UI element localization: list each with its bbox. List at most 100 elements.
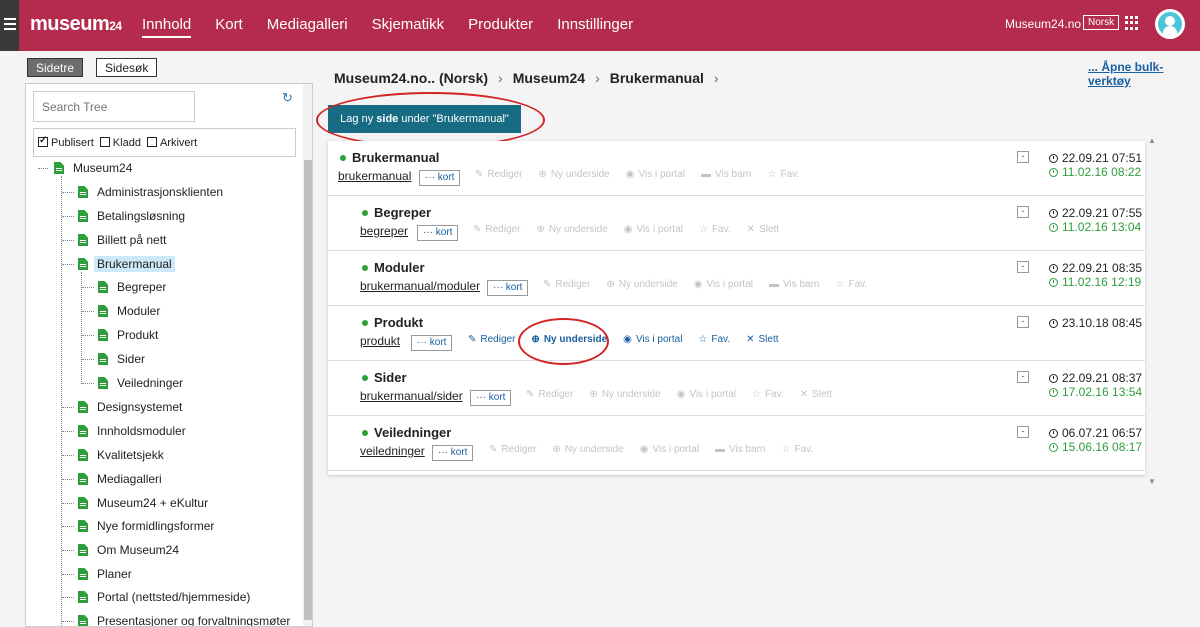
tree-node-selected[interactable]: Brukermanual <box>62 255 175 273</box>
apps-grid-icon[interactable] <box>1125 16 1139 30</box>
hamburger-menu-icon[interactable] <box>0 0 19 51</box>
tab-sidesok[interactable]: Sidesøk <box>96 58 158 77</box>
delete-button[interactable]: ✕ Slett <box>747 224 779 235</box>
new-subpage-button[interactable]: ⊕ Ny underside <box>538 169 609 180</box>
tree-node-root[interactable]: Museum24 <box>38 159 135 177</box>
collapse-toggle[interactable]: - <box>1017 316 1029 328</box>
tree-node[interactable]: Museum24 + eKultur <box>62 494 211 512</box>
favorite-button[interactable]: ☆ Fav. <box>699 224 731 235</box>
tree-node[interactable]: Om Museum24 <box>62 541 182 559</box>
collapse-toggle[interactable]: - <box>1017 151 1029 163</box>
kort-button[interactable]: ··· kort <box>432 445 474 461</box>
nav-skjematikk[interactable]: Skjematikk <box>360 0 457 51</box>
tree-scrollbar-thumb[interactable] <box>304 160 312 620</box>
view-in-portal-button[interactable]: ◉ Vis i portal <box>626 169 685 180</box>
nav-innhold[interactable]: Innhold <box>130 0 203 51</box>
view-in-portal-button[interactable]: ◉ Vis i portal <box>640 444 699 455</box>
edit-button[interactable]: ✎ Rediger <box>475 169 522 180</box>
page-row-title[interactable]: Sider <box>362 370 407 385</box>
scroll-up-icon[interactable]: ▲ <box>1148 136 1156 145</box>
edit-button[interactable]: ✎ Rediger <box>543 279 590 290</box>
nav-innstillinger[interactable]: Innstillinger <box>545 0 645 51</box>
page-row-title[interactable]: Begreper <box>362 205 431 220</box>
collapse-toggle[interactable]: - <box>1017 206 1029 218</box>
view-in-portal-button[interactable]: ◉ Vis i portal <box>623 334 682 345</box>
page-slug-link[interactable]: veiledninger <box>360 444 425 458</box>
tree-node[interactable]: Innholdsmoduler <box>62 422 189 440</box>
delete-button[interactable]: ✕ Slett <box>746 334 778 345</box>
kort-button[interactable]: ··· kort <box>419 170 461 186</box>
filter-arkivert[interactable]: Arkivert <box>146 136 197 149</box>
tree-node[interactable]: Billett på nett <box>62 231 169 249</box>
language-badge[interactable]: Norsk <box>1083 15 1120 30</box>
favorite-button[interactable]: ☆ Fav. <box>698 334 730 345</box>
page-row-title[interactable]: Produkt <box>362 315 423 330</box>
page-slug-link[interactable]: brukermanual <box>338 169 411 183</box>
user-avatar[interactable] <box>1155 9 1185 39</box>
view-in-portal-button[interactable]: ◉ Vis i portal <box>694 279 753 290</box>
new-page-button[interactable]: Lag ny side under "Brukermanual" <box>328 105 521 133</box>
filter-publisert[interactable]: Publisert <box>38 135 94 149</box>
new-subpage-button[interactable]: ⊕ Ny underside <box>606 279 677 290</box>
collapse-toggle[interactable]: - <box>1017 426 1029 438</box>
breadcrumb-item[interactable]: Museum24.no.. (Norsk) <box>334 70 488 86</box>
collapse-toggle[interactable]: - <box>1017 371 1029 383</box>
tree-node-child[interactable]: Produkt <box>82 326 161 344</box>
page-slug-link[interactable]: brukermanual/sider <box>360 389 463 403</box>
favorite-button[interactable]: ☆ Fav. <box>782 444 814 455</box>
page-slug-link[interactable]: brukermanual/moduler <box>360 279 480 293</box>
nav-produkter[interactable]: Produkter <box>456 0 545 51</box>
tree-node[interactable]: Administrasjonsklienten <box>62 183 226 201</box>
edit-button[interactable]: ✎ Rediger <box>526 389 573 400</box>
nav-mediagalleri[interactable]: Mediagalleri <box>255 0 360 51</box>
tree-node-child[interactable]: Moduler <box>82 302 163 320</box>
search-tree-input[interactable] <box>33 91 195 122</box>
page-row-title[interactable]: Brukermanual <box>340 150 439 165</box>
kort-button[interactable]: ··· kort <box>470 390 512 406</box>
show-children-button[interactable]: ▬ Vis barn <box>715 444 766 455</box>
new-subpage-button[interactable]: ⊕ Ny underside <box>536 224 607 235</box>
tree-node-child[interactable]: Begreper <box>82 278 169 296</box>
page-row-title[interactable]: Veiledninger <box>362 425 451 440</box>
tree-node-child[interactable]: Veiledninger <box>82 374 186 392</box>
new-subpage-button[interactable]: ⊕ Ny underside <box>531 334 607 345</box>
page-slug-link[interactable]: produkt <box>360 334 400 348</box>
tree-node[interactable]: Portal (nettsted/hjemmeside) <box>62 588 253 606</box>
tree-node[interactable]: Nye formidlingsformer <box>62 517 217 535</box>
new-subpage-button[interactable]: ⊕ Ny underside <box>589 389 660 400</box>
view-in-portal-button[interactable]: ◉ Vis i portal <box>624 224 683 235</box>
edit-button[interactable]: ✎ Rediger <box>468 334 515 345</box>
tab-sidetre[interactable]: Sidetre <box>27 58 84 77</box>
museum24-logo[interactable]: museum24 <box>30 13 122 36</box>
breadcrumb-item[interactable]: Museum24 <box>513 70 585 86</box>
nav-kort[interactable]: Kort <box>203 0 255 51</box>
site-name-link[interactable]: Museum24.no <box>1005 17 1081 31</box>
tree-node-child[interactable]: Sider <box>82 350 148 368</box>
refresh-icon[interactable]: ↻ <box>282 90 293 106</box>
breadcrumb-item[interactable]: Brukermanual <box>610 70 704 86</box>
edit-button[interactable]: ✎ Rediger <box>473 224 520 235</box>
page-slug-link[interactable]: begreper <box>360 224 408 238</box>
bulk-tool-link[interactable]: ... Åpne bulk-verktøy <box>1088 60 1200 88</box>
tree-node[interactable]: Designsystemet <box>62 398 185 416</box>
edit-button[interactable]: ✎ Rediger <box>489 444 536 455</box>
favorite-button[interactable]: ☆ Fav. <box>768 169 800 180</box>
collapse-toggle[interactable]: - <box>1017 261 1029 273</box>
view-in-portal-button[interactable]: ◉ Vis i portal <box>677 389 736 400</box>
tree-node[interactable]: Presentasjoner og forvaltningsmøter <box>62 612 293 626</box>
show-children-button[interactable]: ▬ Vis barn <box>701 169 752 180</box>
filter-kladd[interactable]: Kladd <box>99 136 141 149</box>
scroll-down-icon[interactable]: ▼ <box>1148 477 1156 486</box>
tree-node[interactable]: Betalingsløsning <box>62 207 188 225</box>
kort-button[interactable]: ··· kort <box>487 280 529 296</box>
kort-button[interactable]: ··· kort <box>417 225 459 241</box>
page-row-title[interactable]: Moduler <box>362 260 425 275</box>
show-children-button[interactable]: ▬ Vis barn <box>769 279 820 290</box>
tree-node[interactable]: Mediagalleri <box>62 470 165 488</box>
new-subpage-button[interactable]: ⊕ Ny underside <box>552 444 623 455</box>
tree-node[interactable]: Planer <box>62 565 135 583</box>
favorite-button[interactable]: ☆ Fav. <box>836 279 868 290</box>
favorite-button[interactable]: ☆ Fav. <box>752 389 784 400</box>
tree-node[interactable]: Kvalitetsjekk <box>62 446 167 464</box>
delete-button[interactable]: ✕ Slett <box>800 389 832 400</box>
